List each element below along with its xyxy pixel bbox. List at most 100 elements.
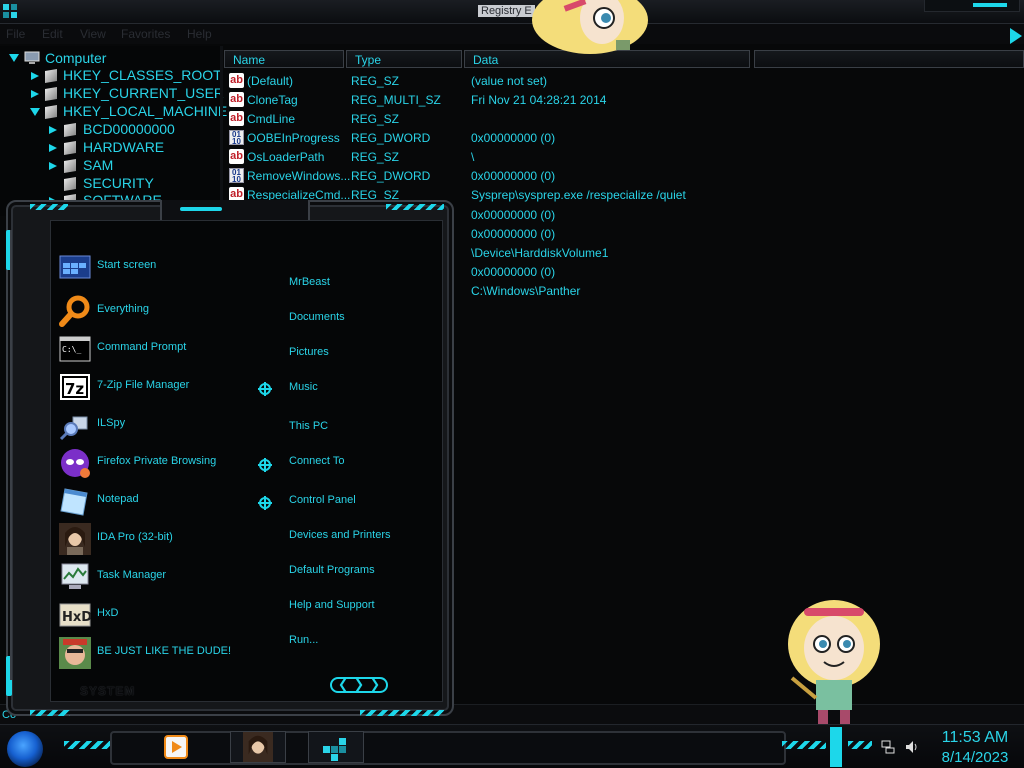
place-music[interactable]: Music [289,381,318,393]
program-label: ILSpy [97,417,126,429]
place-connect-to[interactable]: Connect To [289,455,344,467]
place-devices-and-printers[interactable]: Devices and Printers [289,529,391,541]
title-bar[interactable]: Registry E [0,0,1024,24]
value-data: \ [471,150,475,164]
program-hxd[interactable]: HxD HxD [59,597,264,633]
accent-stripes [30,710,70,716]
column-header-type[interactable]: Type [346,50,462,68]
program-7zip[interactable]: 7z 7-Zip File Manager [59,369,264,405]
tree-node-hkcu[interactable]: HKEY_CURRENT_USER [63,85,224,101]
table-row[interactable]: ab OsLoaderPath REG_SZ \ [226,148,1016,167]
string-value-icon: ab [229,92,244,107]
program-label: Firefox Private Browsing [97,455,217,467]
scroll-arrow-icon[interactable] [1008,24,1024,48]
pane-splitter[interactable] [220,46,223,216]
accent-stripes [386,204,444,210]
program-label: 7-Zip File Manager [97,379,190,391]
registry-editor-app-icon[interactable] [2,3,18,19]
collapsed-arrow-icon[interactable] [48,125,58,135]
taskbar-registry-editor-button[interactable] [308,731,364,763]
tree-node-computer[interactable]: Computer [45,50,106,66]
media-player-icon [164,735,188,759]
collapsed-arrow-icon[interactable] [48,161,58,171]
value-type: REG_DWORD [351,169,431,183]
submenu-arrow-icon[interactable] [258,496,272,510]
all-programs-button[interactable]: ❮ ❯ ❯ [330,677,388,693]
value-data[interactable]: 0x00000000 (0) [471,227,555,241]
tree-node-hardware[interactable]: HARDWARE [83,139,164,155]
value-data[interactable]: 0x00000000 (0) [471,208,555,222]
program-task-manager[interactable]: Task Manager [59,559,264,595]
value-data[interactable]: \Device\HarddiskVolume1 [471,246,608,260]
string-value-icon: ab [229,149,244,164]
program-everything[interactable]: Everything [59,293,264,329]
place-pictures[interactable]: Pictures [289,346,329,358]
collapsed-arrow-icon[interactable] [30,71,40,81]
volume-icon[interactable] [904,739,920,755]
magnifier-icon [59,295,90,327]
value-type: REG_SZ [351,112,400,126]
place-this-pc[interactable]: This PC [289,420,328,432]
registry-editor-icon [323,738,346,761]
clock-time[interactable]: 11:53 AM [930,729,1020,747]
chevron-right-icon: ❯ [354,677,365,691]
collapsed-arrow-icon[interactable] [30,89,40,99]
tree-node-security[interactable]: SECURITY [83,175,154,191]
tree-node-sam[interactable]: SAM [83,157,113,173]
menu-file[interactable]: File [6,27,25,41]
program-firefox-private[interactable]: Firefox Private Browsing [59,445,264,481]
taskbar-media-player-button[interactable] [150,731,206,763]
program-ida-pro[interactable]: IDA Pro (32-bit) [59,521,264,557]
submenu-arrow-icon[interactable] [258,382,272,396]
column-header-blank[interactable] [754,50,1024,68]
collapsed-arrow-icon[interactable] [48,143,58,153]
taskbar-ida-pro-button[interactable] [230,731,286,763]
program-start-screen[interactable]: Start screen [59,249,264,285]
network-icon[interactable] [880,739,896,755]
value-data: (value not set) [471,74,548,88]
table-row[interactable]: 01 10 RemoveWindows... REG_DWORD 0x000000… [226,167,1016,186]
value-data[interactable]: 0x00000000 (0) [471,265,555,279]
place-default-programs[interactable]: Default Programs [289,564,375,576]
computer-icon [24,51,40,64]
place-help-and-support[interactable]: Help and Support [289,599,375,611]
menu-favorites[interactable]: Favorites [121,27,170,41]
place-documents[interactable]: Documents [289,311,345,323]
place-run[interactable]: Run... [289,634,318,646]
table-row[interactable]: ab (Default) REG_SZ (value not set) [226,72,1016,91]
expanded-arrow-icon[interactable] [29,107,41,117]
menu-edit[interactable]: Edit [42,27,63,41]
value-data: 0x00000000 (0) [471,169,556,183]
program-label: Notepad [97,493,139,505]
value-data[interactable]: C:\Windows\Panther [471,284,580,298]
column-header-name[interactable]: Name [224,50,344,68]
program-command-prompt[interactable]: C:\_ Command Prompt [59,331,264,367]
tree-node-hkcr[interactable]: HKEY_CLASSES_ROOT [63,67,222,83]
show-desktop-button[interactable] [830,727,842,767]
place-mrbeast[interactable]: MrBeast [289,276,330,288]
table-row[interactable]: ab CmdLine REG_SZ [226,110,1016,129]
tree-node-hklm[interactable]: HKEY_LOCAL_MACHINE [63,103,227,119]
value-name: OOBEInProgress [247,131,340,145]
value-type: REG_DWORD [351,131,431,145]
accent-stripes [64,741,110,749]
start-orb-button[interactable] [7,731,43,767]
program-dude[interactable]: BE JUST LIKE THE DUDE! [59,635,264,671]
program-notepad[interactable]: Notepad [59,483,264,519]
svg-text:7z: 7z [65,380,84,398]
notepad-icon [60,488,88,516]
program-ilspy[interactable]: ILSpy [59,407,264,443]
program-label: IDA Pro (32-bit) [97,531,173,543]
table-row[interactable]: ab CloneTag REG_MULTI_SZ Fri Nov 21 04:2… [226,91,1016,110]
window-controls[interactable] [924,0,1020,12]
place-control-panel[interactable]: Control Panel [289,494,356,506]
table-row[interactable]: 01 10 OOBEInProgress REG_DWORD 0x00000000… [226,129,1016,148]
submenu-arrow-icon[interactable] [258,458,272,472]
value-type: REG_MULTI_SZ [351,93,441,107]
menu-view[interactable]: View [80,27,106,41]
menu-help[interactable]: Help [187,27,212,41]
expanded-arrow-icon[interactable] [8,53,20,63]
clock-date[interactable]: 8/14/2023 [930,749,1020,766]
tree-node-bcd[interactable]: BCD00000000 [83,121,175,137]
svg-text:C:\_: C:\_ [62,345,81,354]
